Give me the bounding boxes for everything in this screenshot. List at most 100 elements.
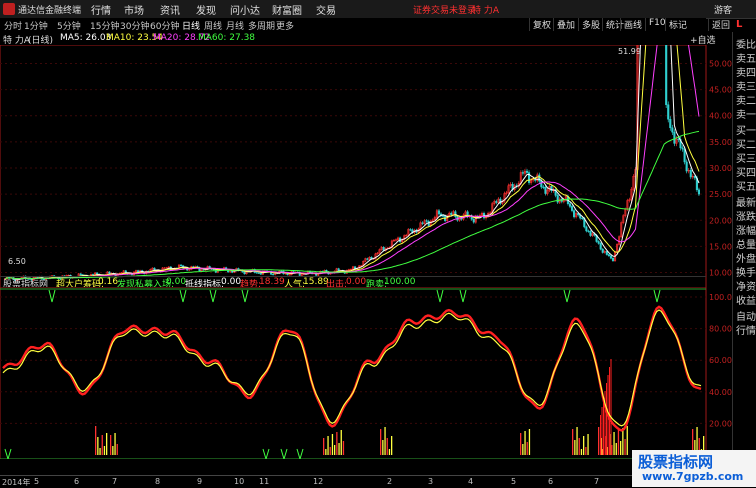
candle-body xyxy=(108,271,111,274)
period-multi[interactable]: 多周期 xyxy=(248,19,275,32)
candle-body xyxy=(677,138,680,140)
period-daily[interactable]: 日线 xyxy=(182,19,200,32)
watermark-line1: 股票指标网 xyxy=(638,453,714,471)
candle-body xyxy=(472,218,475,223)
ind-bar xyxy=(522,444,524,455)
ind-bar xyxy=(99,448,101,455)
candle-body xyxy=(179,264,183,267)
x-label-7: 11 xyxy=(259,477,270,486)
candle-body xyxy=(665,45,668,106)
back-button[interactable]: 返回 xyxy=(708,18,733,31)
ind-y-label: 40.00 xyxy=(709,388,732,397)
period-60min[interactable]: 60分钟 xyxy=(150,19,179,32)
multi-stock-button[interactable]: 多股 xyxy=(578,18,603,31)
candle-body xyxy=(556,195,559,203)
low-price-label: 6.50 xyxy=(8,257,26,266)
candle-body xyxy=(585,226,588,232)
ind-bar xyxy=(578,438,580,455)
x-label-3: 7 xyxy=(112,477,118,486)
main-y-label: 45.00 xyxy=(709,86,732,95)
candle-body xyxy=(673,131,676,144)
period-weekly[interactable]: 周线 xyxy=(204,19,222,32)
ind-bar xyxy=(97,437,99,455)
menu-quotes[interactable]: 行情 xyxy=(91,2,111,17)
ind-bar xyxy=(384,427,386,455)
panel-item-auto[interactable]: 自动 xyxy=(736,308,756,323)
ind-spike-bar xyxy=(606,383,607,455)
ind-item-4-value: 15.89 xyxy=(303,277,329,287)
menu-ask[interactable]: 问小达 xyxy=(230,2,260,17)
menu-news[interactable]: 资讯 xyxy=(160,2,180,17)
main-y-label: 40.00 xyxy=(709,112,732,121)
candle-body xyxy=(605,250,608,255)
menu-discover[interactable]: 发现 xyxy=(196,2,216,17)
ind-bar xyxy=(520,433,522,455)
adjust-button[interactable]: 复权 xyxy=(529,18,554,31)
period-5min[interactable]: 5分钟 xyxy=(57,19,81,32)
panel-item-sell3: 卖三 xyxy=(736,82,756,93)
candle-body xyxy=(91,274,95,276)
ind-item-5-value: 0.00 xyxy=(346,277,367,287)
period-30min[interactable]: 30分钟 xyxy=(120,19,149,32)
candle-body xyxy=(421,222,424,224)
main-y-label: 20.00 xyxy=(709,216,732,225)
ind-spike-bar xyxy=(610,359,612,455)
period-1min[interactable]: 1分钟 xyxy=(24,19,48,32)
period-more[interactable]: 更多 xyxy=(276,19,294,32)
ind-bar xyxy=(617,430,620,455)
ind-bar xyxy=(323,438,325,455)
candle-body xyxy=(667,104,670,120)
ind-bar xyxy=(386,438,388,455)
menu-trade[interactable]: 交易 xyxy=(316,2,336,17)
panel-item-sell5: 卖五 xyxy=(736,54,756,65)
x-label-6: 10 xyxy=(234,477,245,486)
x-label-12: 5 xyxy=(511,477,517,486)
panel-collapse-icon[interactable]: L xyxy=(736,19,742,30)
indicator-chart[interactable]: 100.0 80.00 60.00 40.00 20.00 xyxy=(0,287,732,459)
panel-item-turnover: 换手 xyxy=(736,268,756,279)
x-label-0: 2014年 xyxy=(2,478,31,487)
candle-body xyxy=(587,230,590,232)
ind-bar xyxy=(338,443,340,455)
login-notice[interactable]: 证券交易未登录 xyxy=(413,3,476,16)
panel-item-sell4: 卖四 xyxy=(736,68,756,79)
candle-body xyxy=(495,201,498,203)
ind-bar xyxy=(380,429,382,455)
candle-body xyxy=(366,258,369,260)
candle-body xyxy=(681,147,684,150)
overlay-button[interactable]: 叠加 xyxy=(553,18,578,31)
draw-line-button[interactable]: 画线 xyxy=(620,18,645,31)
right-info-panel: L 委比 卖五 卖四 卖三 卖二 卖一 买一 买二 买三 买四 买五 最新 涨跌… xyxy=(732,19,756,487)
candle-body xyxy=(525,170,529,173)
ind-bar xyxy=(112,446,114,455)
menu-market[interactable]: 市场 xyxy=(124,2,144,17)
panel-item-buy5: 买五 xyxy=(736,182,756,193)
ind-bar xyxy=(103,446,106,455)
candle-body xyxy=(442,215,445,217)
main-chart-header: 特 力A (日线) MA5: 26.03 MA10: 23.54 MA20: 2… xyxy=(0,33,716,46)
ind-bar xyxy=(626,426,628,455)
ind-bar xyxy=(342,441,345,455)
main-price-chart[interactable]: 50.00 45.00 40.00 35.00 30.00 25.00 20.00 15.00… xyxy=(0,45,732,290)
menu-wealth[interactable]: 财富圈 xyxy=(272,2,302,17)
candle-body xyxy=(589,231,592,236)
period-monthly[interactable]: 月线 xyxy=(226,19,244,32)
ind-bar xyxy=(615,443,617,455)
high-price-label: 51.99 xyxy=(618,47,641,56)
mark-button[interactable]: 标记 xyxy=(665,18,690,31)
panel-item-quotes[interactable]: 行情 xyxy=(736,322,756,337)
candle-body xyxy=(280,270,283,272)
x-label-8: 12 xyxy=(313,477,324,486)
period-timeshare[interactable]: 分时 xyxy=(4,19,22,32)
candle-body xyxy=(255,272,258,274)
ind-y-label: 80.00 xyxy=(709,325,732,334)
candle-body xyxy=(425,220,428,222)
ind-y-label: 100.0 xyxy=(709,293,732,302)
ind-bar xyxy=(388,449,391,455)
candle-body xyxy=(599,243,602,250)
candle-body xyxy=(601,248,604,253)
period-15min[interactable]: 15分钟 xyxy=(90,19,119,32)
user-label[interactable]: 游客 xyxy=(714,3,732,16)
candle-body xyxy=(137,270,140,272)
ma5-label: MA5: 26.03 xyxy=(60,33,112,43)
